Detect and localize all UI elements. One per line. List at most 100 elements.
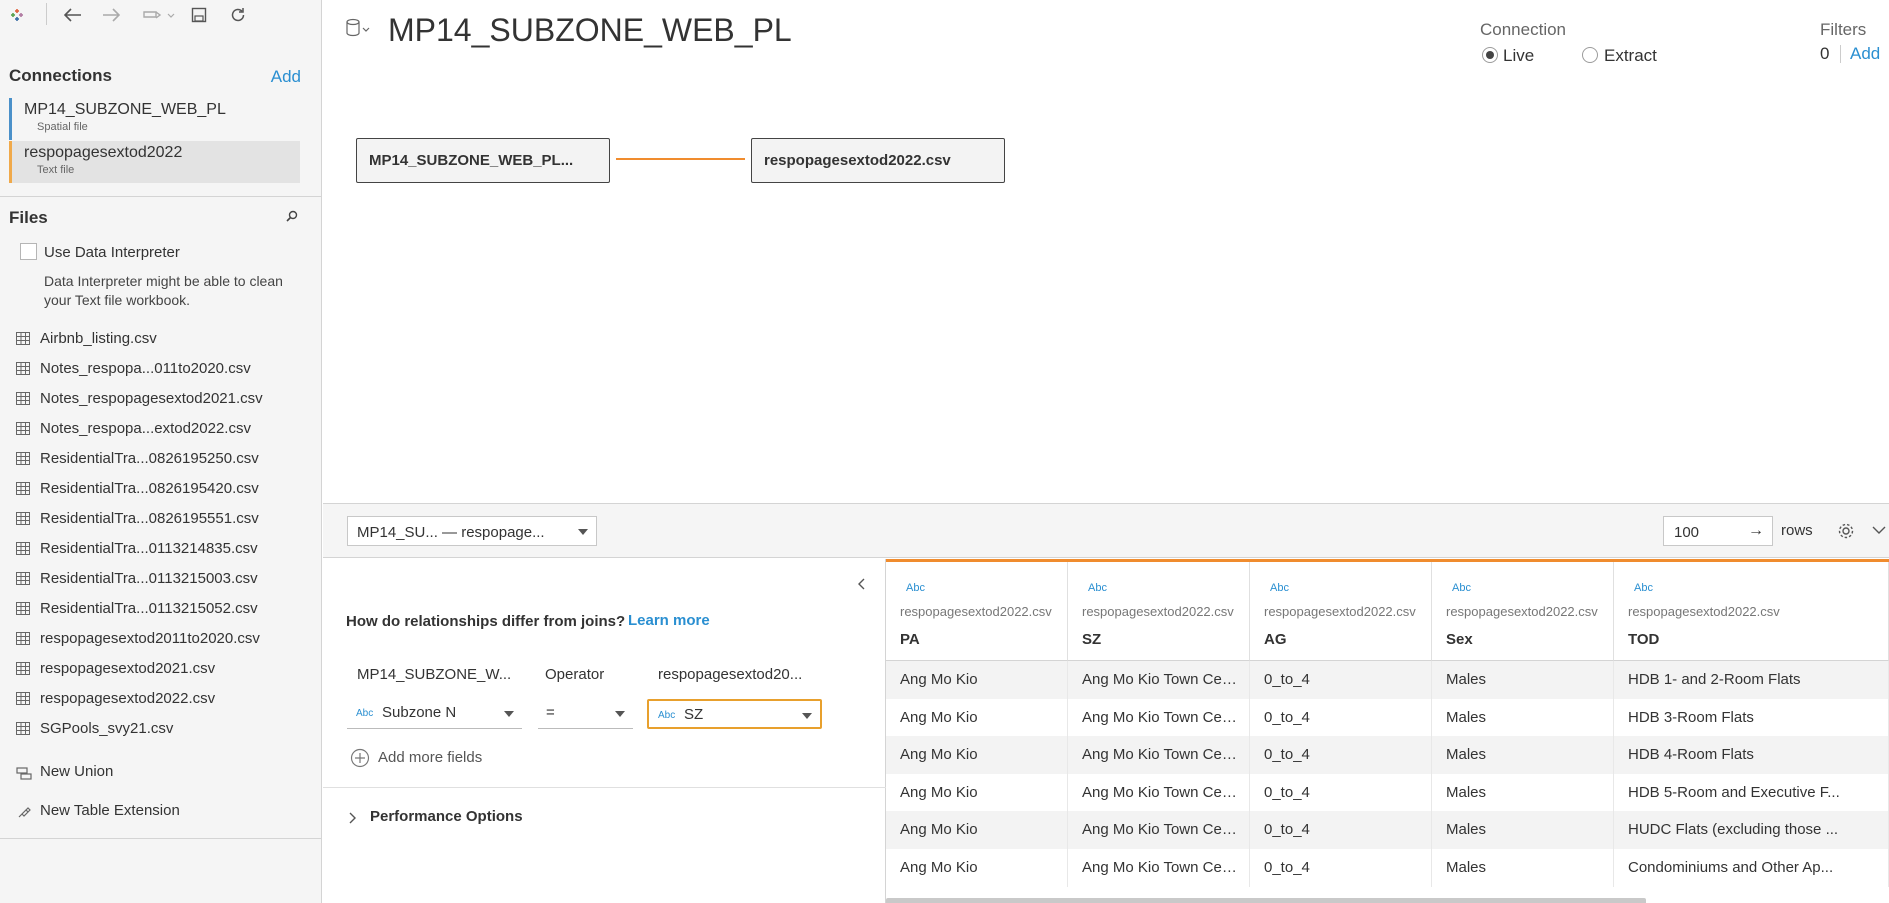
file-list-item[interactable]: ResidentialTra...0826195551.csv	[16, 508, 306, 530]
file-name: ResidentialTra...0113214835.csv	[40, 540, 258, 557]
file-list-item[interactable]: respopagesextod2011to2020.csv	[16, 628, 306, 650]
extract-radio[interactable]	[1582, 47, 1598, 63]
save-icon[interactable]	[188, 4, 210, 26]
file-name: Notes_respopagesextod2021.csv	[40, 390, 263, 407]
chevron-left-icon[interactable]	[855, 577, 869, 591]
table-node-label: MP14_SUBZONE_WEB_PL...	[369, 152, 574, 169]
table-node-csv[interactable]: respopagesextod2022.csv	[751, 138, 1005, 183]
table-cell[interactable]: Males	[1432, 699, 1614, 737]
table-cell[interactable]: HDB 5-Room and Executive F...	[1614, 774, 1889, 812]
operator-select[interactable]: =	[538, 699, 633, 729]
table-row: Ang Mo Kio Ang Mo Kio Town Centre 0_to_4 Ma…	[886, 849, 1889, 887]
table-cell[interactable]: Ang Mo Kio Town Centre	[1068, 736, 1250, 774]
file-list-item[interactable]: ResidentialTra...0113215052.csv	[16, 598, 306, 620]
string-type-icon[interactable]: Abc	[1452, 582, 1471, 594]
file-list-item[interactable]: ResidentialTra...0113215003.csv	[16, 568, 306, 590]
table-cell[interactable]: 0_to_4	[1250, 661, 1432, 699]
table-cell[interactable]: Males	[1432, 774, 1614, 812]
file-list-item[interactable]: ResidentialTra...0113214835.csv	[16, 538, 306, 560]
file-list-item[interactable]: SGPools_svy21.csv	[16, 718, 306, 740]
left-field-select[interactable]: Abc Subzone N	[347, 699, 522, 729]
table-node-spatial[interactable]: MP14_SUBZONE_WEB_PL...	[356, 138, 610, 183]
add-filter-link[interactable]: Add	[1850, 44, 1880, 64]
table-cell[interactable]: HDB 1- and 2-Room Flats	[1614, 661, 1889, 699]
tableau-logo-icon[interactable]	[6, 4, 28, 26]
cell-value: Ang Mo Kio	[900, 709, 978, 726]
table-cell[interactable]: HUDC Flats (excluding those ...	[1614, 811, 1889, 849]
connection-item-text[interactable]: respopagesextod2022 Text file	[9, 141, 300, 183]
table-cell[interactable]: Ang Mo Kio	[886, 774, 1068, 812]
connection-type: Spatial file	[37, 121, 88, 133]
file-list-item[interactable]: Airbnb_listing.csv	[16, 328, 306, 350]
file-list-item[interactable]: Notes_respopagesextod2021.csv	[16, 388, 306, 410]
string-type-icon[interactable]: Abc	[1270, 582, 1289, 594]
column-header[interactable]: Abc respopagesextod2022.csv PA	[886, 562, 1068, 661]
table-cell[interactable]: Condominiums and Other Ap...	[1614, 849, 1889, 887]
cell-value: HUDC Flats (excluding those ...	[1628, 821, 1839, 838]
search-icon[interactable]	[285, 209, 301, 225]
table-cell[interactable]: Ang Mo Kio Town Centre	[1068, 699, 1250, 737]
table-cell[interactable]: Ang Mo Kio Town Centre	[1068, 849, 1250, 887]
data-source-title[interactable]: MP14_SUBZONE_WEB_PL	[388, 12, 792, 49]
forward-arrow-icon[interactable]	[100, 4, 122, 26]
table-cell[interactable]: Ang Mo Kio	[886, 849, 1068, 887]
column-header[interactable]: Abc respopagesextod2022.csv AG	[1250, 562, 1432, 661]
toolbar-separator	[46, 3, 47, 25]
arrow-right-icon[interactable]: →	[1748, 522, 1764, 540]
table-selector-dropdown[interactable]: MP14_SU... — respopage...	[347, 516, 597, 546]
table-cell[interactable]: Males	[1432, 811, 1614, 849]
table-cell[interactable]: Ang Mo Kio	[886, 811, 1068, 849]
file-name: ResidentialTra...0113215052.csv	[40, 600, 258, 617]
redo-menu-icon[interactable]	[139, 4, 179, 26]
column-header[interactable]: Abc respopagesextod2022.csv TOD	[1614, 562, 1889, 661]
table-cell[interactable]: Ang Mo Kio	[886, 736, 1068, 774]
add-connection-link[interactable]: Add	[271, 67, 301, 87]
table-cell[interactable]: Ang Mo Kio Town Centre	[1068, 774, 1250, 812]
table-cell[interactable]: Ang Mo Kio	[886, 661, 1068, 699]
file-list-item[interactable]: respopagesextod2022.csv	[16, 688, 306, 710]
column-header[interactable]: Abc respopagesextod2022.csv SZ	[1068, 562, 1250, 661]
table-cell[interactable]: 0_to_4	[1250, 811, 1432, 849]
file-list-item[interactable]: ResidentialTra...0826195250.csv	[16, 448, 306, 470]
table-cell[interactable]: Ang Mo Kio Town Centre	[1068, 661, 1250, 699]
cell-value: 0_to_4	[1264, 709, 1310, 726]
file-list-item[interactable]: Notes_respopa...011to2020.csv	[16, 358, 306, 380]
table-cell[interactable]: Males	[1432, 661, 1614, 699]
back-arrow-icon[interactable]	[62, 4, 84, 26]
file-list-item[interactable]: respopagesextod2021.csv	[16, 658, 306, 680]
cell-value: Ang Mo Kio Town Centre	[1082, 709, 1242, 726]
refresh-icon[interactable]	[227, 4, 249, 26]
table-icon	[16, 452, 30, 465]
table-cell[interactable]: 0_to_4	[1250, 736, 1432, 774]
live-radio[interactable]	[1482, 47, 1498, 63]
gear-icon[interactable]	[1837, 522, 1855, 540]
table-cell[interactable]: 0_to_4	[1250, 849, 1432, 887]
column-header[interactable]: Abc respopagesextod2022.csv Sex	[1432, 562, 1614, 661]
table-cell[interactable]: HDB 3-Room Flats	[1614, 699, 1889, 737]
data-interpreter-checkbox[interactable]	[20, 243, 37, 260]
string-type-icon[interactable]: Abc	[1088, 582, 1107, 594]
table-cell[interactable]: Ang Mo Kio	[886, 699, 1068, 737]
table-cell[interactable]: Ang Mo Kio Town Centre	[1068, 811, 1250, 849]
file-list-item[interactable]: Notes_respopa...extod2022.csv	[16, 418, 306, 440]
horizontal-scrollbar[interactable]	[886, 898, 1646, 903]
table-cell[interactable]: 0_to_4	[1250, 774, 1432, 812]
string-type-icon[interactable]: Abc	[1634, 582, 1653, 594]
file-list-item[interactable]: ResidentialTra...0826195420.csv	[16, 478, 306, 500]
right-field-select[interactable]: Abc SZ	[647, 699, 822, 729]
learn-more-link[interactable]: Learn more	[628, 612, 710, 629]
table-cell[interactable]: Males	[1432, 849, 1614, 887]
toolbar	[0, 0, 322, 30]
divider	[0, 196, 322, 197]
string-type-icon[interactable]: Abc	[906, 582, 925, 594]
relationship-panel: How do relationships differ from joins? …	[323, 559, 886, 903]
file-name: ResidentialTra...0826195420.csv	[40, 480, 259, 497]
rows-count-input[interactable]: 100 →	[1663, 516, 1773, 546]
database-icon[interactable]	[346, 18, 370, 40]
table-cell[interactable]: HDB 4-Room Flats	[1614, 736, 1889, 774]
table-cell[interactable]: Males	[1432, 736, 1614, 774]
chevron-down-icon[interactable]	[1871, 522, 1887, 538]
relationship-line[interactable]	[616, 158, 745, 160]
table-cell[interactable]: 0_to_4	[1250, 699, 1432, 737]
connection-item-spatial[interactable]: MP14_SUBZONE_WEB_PL Spatial file	[9, 98, 300, 140]
